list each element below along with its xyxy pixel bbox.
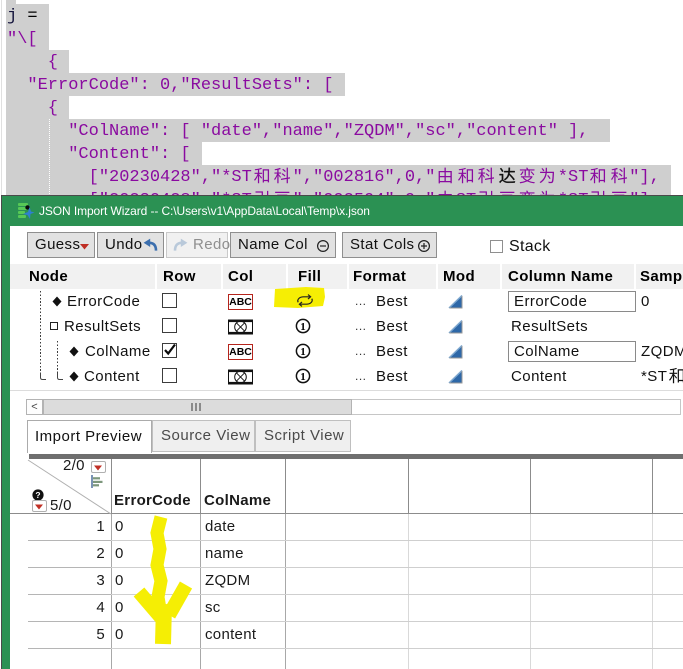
svg-text:?: ?: [35, 490, 40, 500]
svg-text:1: 1: [300, 371, 306, 383]
svg-text:1: 1: [300, 321, 306, 333]
svg-text:1: 1: [300, 346, 306, 358]
